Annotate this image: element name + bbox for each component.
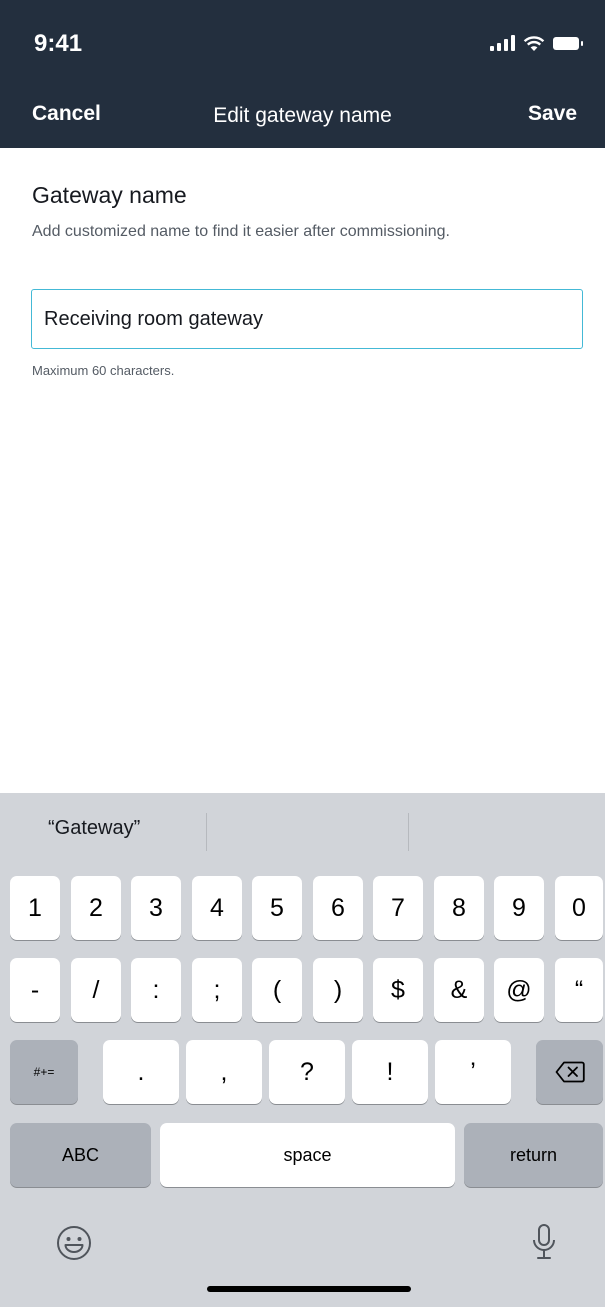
gateway-name-description: Add customized name to find it easier af… [32, 223, 450, 240]
key-1[interactable]: 1 [10, 876, 60, 940]
key-2[interactable]: 2 [71, 876, 121, 940]
key-4[interactable]: 4 [192, 876, 242, 940]
key-slash[interactable]: / [71, 958, 121, 1022]
status-bar: 9:41 [0, 0, 605, 90]
key-dollar[interactable]: $ [373, 958, 423, 1022]
status-icons [490, 30, 583, 56]
backspace-icon [555, 1061, 585, 1083]
suggestion-divider [408, 813, 409, 851]
gateway-name-label: Gateway name [32, 182, 187, 208]
key-semicolon[interactable]: ; [192, 958, 242, 1022]
keyboard: “Gateway” 1 2 3 4 5 6 7 8 9 0 - / : ; ( … [0, 793, 605, 1307]
cellular-signal-icon [490, 35, 515, 51]
key-hyphen[interactable]: - [10, 958, 60, 1022]
abc-key[interactable]: ABC [10, 1123, 151, 1187]
key-open-paren[interactable]: ( [252, 958, 302, 1022]
battery-icon [553, 36, 583, 50]
key-at[interactable]: @ [494, 958, 544, 1022]
key-question[interactable]: ? [269, 1040, 345, 1104]
page-title: Edit gateway name [213, 104, 392, 127]
key-period[interactable]: . [103, 1040, 179, 1104]
character-limit-hint: Maximum 60 characters. [32, 363, 175, 378]
wifi-icon [523, 35, 545, 51]
app-header: 9:41 Cancel Edit gateway name Save [0, 0, 605, 148]
key-colon[interactable]: : [131, 958, 181, 1022]
symbols-toggle-key[interactable]: #+= [10, 1040, 78, 1104]
emoji-button[interactable] [52, 1221, 96, 1265]
key-3[interactable]: 3 [131, 876, 181, 940]
nav-bar: Cancel Edit gateway name Save [0, 90, 605, 148]
key-5[interactable]: 5 [252, 876, 302, 940]
key-apostrophe[interactable]: ’ [435, 1040, 511, 1104]
space-key[interactable]: space [160, 1123, 455, 1187]
key-9[interactable]: 9 [494, 876, 544, 940]
key-quote[interactable]: “ [555, 958, 603, 1022]
key-6[interactable]: 6 [313, 876, 363, 940]
microphone-icon [533, 1224, 555, 1259]
key-comma[interactable]: , [186, 1040, 262, 1104]
key-close-paren[interactable]: ) [313, 958, 363, 1022]
status-time: 9:41 [34, 30, 83, 57]
home-indicator [207, 1286, 411, 1292]
key-7[interactable]: 7 [373, 876, 423, 940]
key-8[interactable]: 8 [434, 876, 484, 940]
delete-key[interactable] [536, 1040, 603, 1104]
suggestion-divider [206, 813, 207, 851]
return-key[interactable]: return [464, 1123, 603, 1187]
emoji-icon [57, 1226, 91, 1260]
suggestion-item[interactable]: “Gateway” [48, 817, 140, 840]
key-ampersand[interactable]: & [434, 958, 484, 1022]
key-exclamation[interactable]: ! [352, 1040, 428, 1104]
suggestion-bar: “Gateway” [0, 793, 605, 869]
dictation-button[interactable] [522, 1221, 566, 1265]
gateway-name-input[interactable] [31, 289, 583, 349]
save-button[interactable]: Save [528, 102, 577, 126]
key-0[interactable]: 0 [555, 876, 603, 940]
